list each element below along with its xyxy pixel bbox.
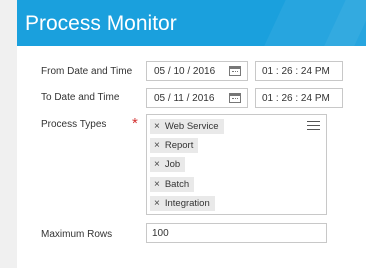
page-header: Process Monitor [17, 0, 366, 46]
remove-icon[interactable]: × [154, 140, 160, 151]
remove-icon[interactable]: × [154, 159, 160, 170]
required-marker: * [132, 115, 138, 132]
process-type-tag[interactable]: × Batch [150, 177, 195, 192]
from-date-label: From Date and Time [41, 66, 133, 77]
to-time-field[interactable]: 01 : 26 : 24 PM [255, 88, 343, 108]
from-time-value: 01 : 26 : 24 PM [262, 66, 330, 77]
page-title: Process Monitor [25, 12, 177, 35]
to-date-value: 05 / 11 / 2016 [154, 93, 215, 104]
to-date-field[interactable]: 05 / 11 / 2016 [146, 88, 248, 108]
max-rows-value: 100 [152, 228, 169, 239]
process-type-tag-label: Web Service [164, 121, 219, 132]
to-time-value: 01 : 26 : 24 PM [262, 93, 330, 104]
remove-icon[interactable]: × [154, 198, 160, 209]
calendar-icon[interactable] [229, 93, 241, 103]
to-date-label: To Date and Time [41, 92, 120, 103]
process-type-tag[interactable]: × Integration [150, 196, 215, 211]
process-type-tag-label: Job [164, 159, 181, 170]
process-type-tag-label: Batch [164, 179, 190, 190]
list-icon[interactable] [307, 121, 320, 131]
process-types-label: Process Types [41, 119, 107, 130]
process-type-tag[interactable]: × Job [150, 157, 186, 172]
remove-icon[interactable]: × [154, 179, 160, 190]
calendar-icon[interactable] [229, 66, 241, 76]
max-rows-input[interactable]: 100 [146, 223, 327, 243]
from-date-value: 05 / 10 / 2016 [154, 66, 216, 77]
process-type-tag[interactable]: × Report [150, 138, 199, 153]
from-date-field[interactable]: 05 / 10 / 2016 [146, 61, 248, 81]
process-type-tag-label: Integration [164, 198, 210, 209]
from-time-field[interactable]: 01 : 26 : 24 PM [255, 61, 343, 81]
process-type-tag-label: Report [164, 140, 194, 151]
process-type-tag[interactable]: × Web Service [150, 119, 224, 134]
max-rows-label: Maximum Rows [41, 229, 113, 240]
remove-icon[interactable]: × [154, 121, 160, 132]
